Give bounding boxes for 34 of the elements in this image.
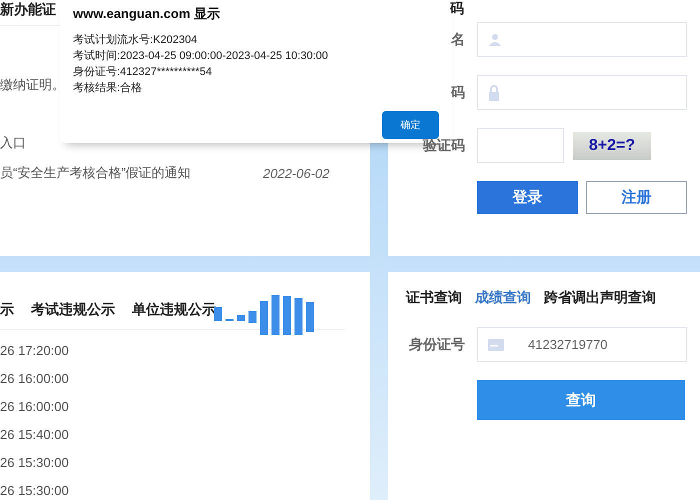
user-icon <box>488 32 502 46</box>
query-tab[interactable]: 证书查询 <box>406 289 462 327</box>
field-label: 名 <box>450 30 465 48</box>
notice-time: 26 17:20:00 <box>0 342 70 360</box>
notice-time: 26 15:40:00 <box>0 426 70 444</box>
dialog-text: 考试计划流水号:K202304 <box>73 32 198 48</box>
dialog-text: 考核结果:合格 <box>73 81 144 96</box>
news-date: 2022-06-02 <box>263 166 330 180</box>
notice-time: 26 16:00:00 <box>0 370 70 388</box>
notice-time: 26 15:30:00 <box>0 454 70 472</box>
id-number-field[interactable]: 41232719770 <box>477 327 687 362</box>
username-field[interactable] <box>477 22 687 57</box>
panel-title: 码 <box>449 0 465 18</box>
notice-time: 26 15:30:00 <box>0 482 70 500</box>
query-tab[interactable]: 成绩查询 <box>475 289 531 327</box>
notice-tab[interactable]: 示 <box>0 301 14 319</box>
lock-icon <box>488 84 500 100</box>
news-link[interactable]: 员“安全生产考核合格”假证的通知 <box>0 164 263 182</box>
dialog-text: 身份证号:412327**********54 <box>73 65 213 80</box>
notice-time: 26 16:00:00 <box>0 398 70 416</box>
password-field[interactable] <box>477 75 687 110</box>
field-label: 身份证号 <box>408 336 465 354</box>
query-tab[interactable]: 跨省调出声明查询 <box>544 289 656 327</box>
dialog-text: 考试时间:2023-04-25 09:00:00-2023-04-25 10:30:00 <box>73 49 330 64</box>
ok-button[interactable]: 确定 <box>382 111 439 139</box>
dialog-title: www.eanguan.com 显示 <box>73 5 221 23</box>
register-button[interactable]: 注册 <box>586 181 687 214</box>
login-button[interactable]: 登录 <box>477 181 578 214</box>
id-card-icon <box>488 338 504 350</box>
notice-tab[interactable]: 考试违规公示 <box>31 301 115 319</box>
captcha-image[interactable]: 8+2=? <box>573 132 651 160</box>
captcha-field[interactable] <box>477 128 564 163</box>
field-label: 验证码 <box>422 136 465 154</box>
field-label: 码 <box>450 84 465 102</box>
